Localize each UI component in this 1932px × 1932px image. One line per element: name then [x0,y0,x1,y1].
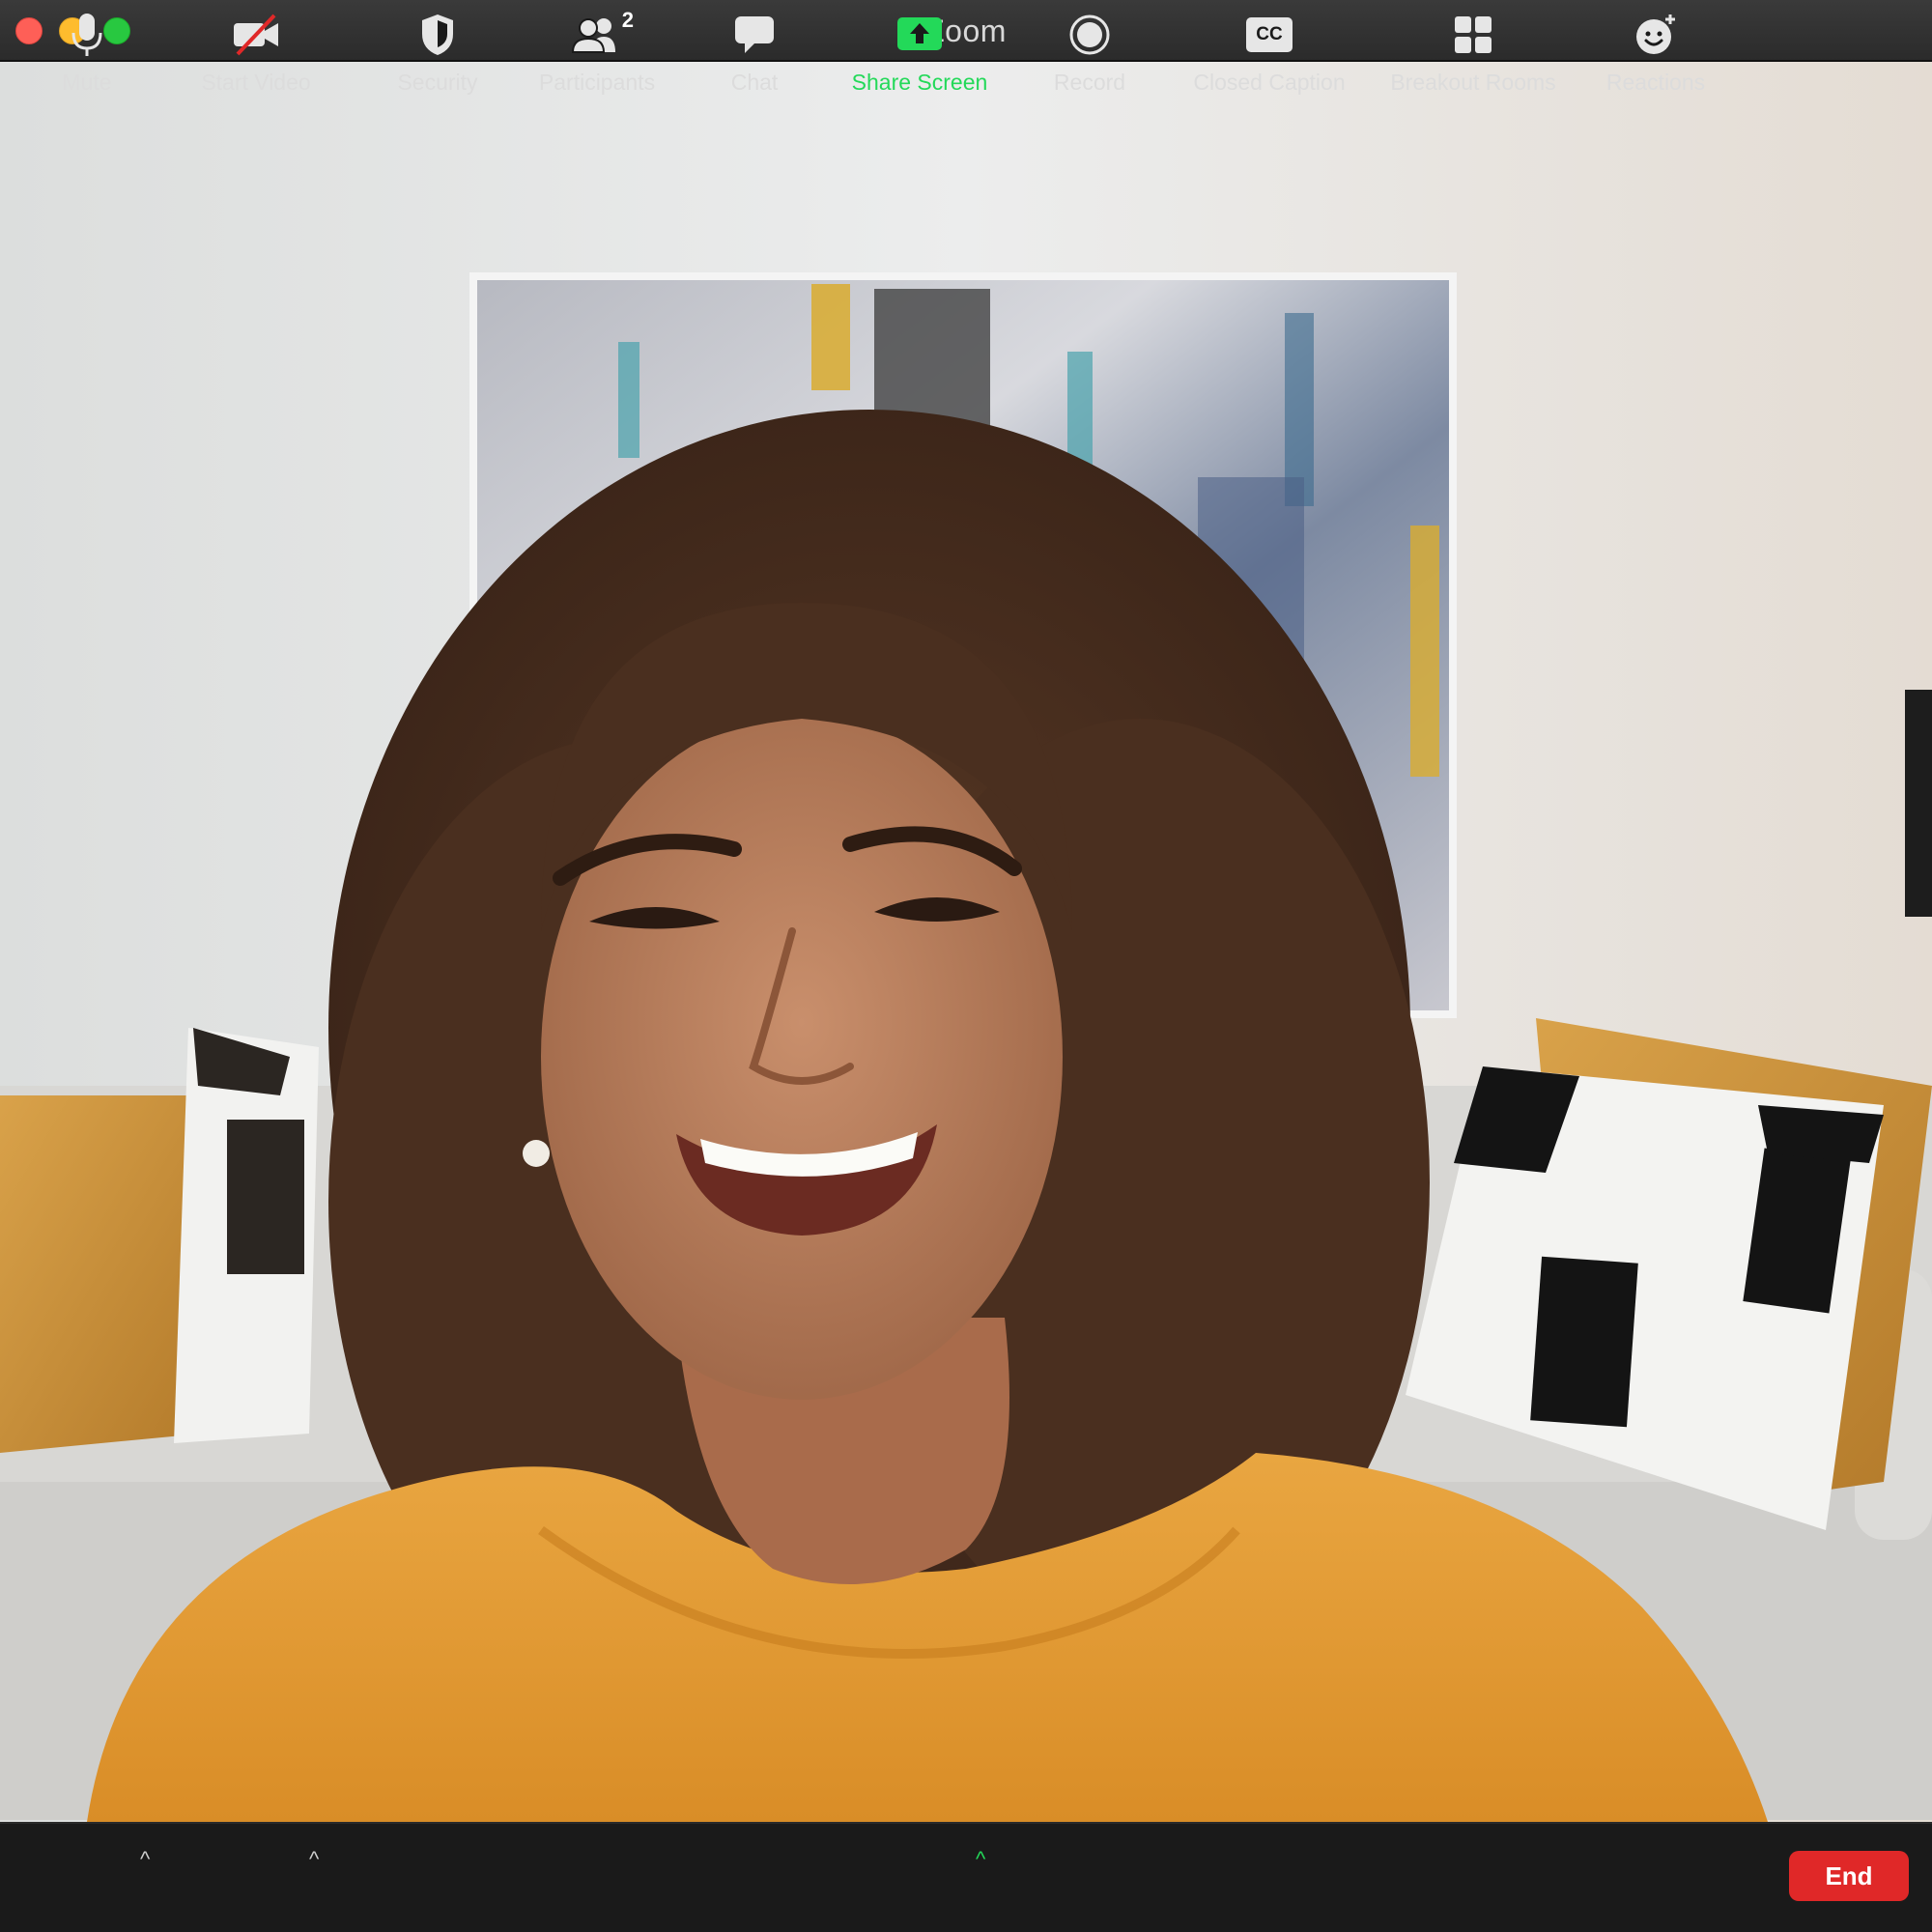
record-button[interactable]: Record [1049,8,1130,104]
chat-bubble-icon [724,8,785,62]
participants-icon: 2 [566,8,634,62]
start-video-button[interactable]: Start Video [193,8,319,104]
closed-caption-button[interactable]: CC Closed Caption [1186,8,1352,104]
end-meeting-button[interactable]: End [1789,1851,1909,1901]
share-screen-icon [889,8,951,62]
participants-button[interactable]: 2 Participants [529,8,665,104]
record-icon [1059,8,1121,62]
video-options-caret-icon[interactable]: ^ [309,1849,319,1870]
meeting-toolbar [0,1822,1932,1932]
breakout-rooms-icon [1442,8,1504,62]
security-button[interactable]: Security [386,8,489,104]
participants-count: 2 [621,8,634,32]
participant-video-image [0,62,1932,1822]
audio-options-caret-icon[interactable]: ^ [140,1849,150,1870]
microphone-icon [56,8,118,62]
mute-button[interactable]: Mute [48,8,126,104]
breakout-rooms-button[interactable]: Breakout Rooms [1385,8,1561,104]
reactions-icon [1625,8,1687,62]
share-screen-button[interactable]: Share Screen [846,8,993,104]
reactions-button[interactable]: Reactions [1598,8,1714,104]
video-feed [0,62,1932,1822]
chat-button[interactable]: Chat [720,8,789,104]
share-options-caret-icon[interactable]: ^ [976,1849,985,1870]
shield-icon [407,8,469,62]
closed-caption-icon: CC [1238,8,1300,62]
video-off-icon [225,8,287,62]
